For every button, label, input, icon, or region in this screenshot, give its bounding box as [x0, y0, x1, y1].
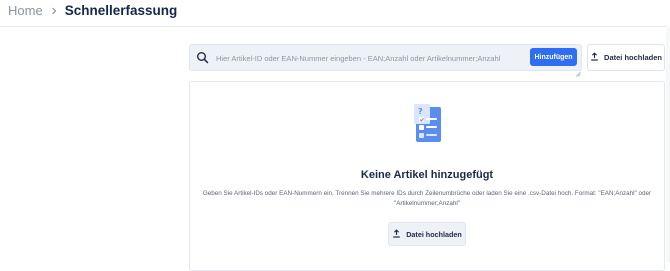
- breadcrumb: Home Schnellerfassung: [8, 3, 177, 18]
- svg-text:?: ?: [418, 107, 423, 116]
- search-icon: [196, 51, 209, 64]
- upload-file-button[interactable]: Datei hochladen: [587, 44, 665, 71]
- upload-icon: [392, 228, 401, 240]
- upload-file-label: Datei hochladen: [406, 229, 462, 239]
- empty-state-panel: ? Keine Artikel hinzugefügt Geben Sie Ar…: [189, 81, 665, 271]
- upload-icon: [590, 52, 599, 63]
- breadcrumb-home-link[interactable]: Home: [8, 3, 43, 18]
- upload-file-label: Datei hochladen: [604, 53, 662, 62]
- add-button[interactable]: Hinzufügen: [530, 48, 577, 66]
- search-input[interactable]: [214, 48, 518, 69]
- search-field[interactable]: [189, 44, 582, 77]
- page-header: Home Schnellerfassung: [0, 0, 670, 27]
- chevron-right-icon: [47, 4, 61, 18]
- page-title: Schnellerfassung: [64, 3, 178, 18]
- empty-state-description: Geben Sie Artikel-IDs oder EAN-Nummern e…: [202, 190, 652, 207]
- upload-file-button-secondary[interactable]: Datei hochladen: [388, 222, 466, 246]
- empty-state-title: Keine Artikel hinzugefügt: [360, 169, 494, 181]
- clipboard-document-icon: ?: [413, 102, 443, 144]
- scrollbar[interactable]: [666, 26, 670, 262]
